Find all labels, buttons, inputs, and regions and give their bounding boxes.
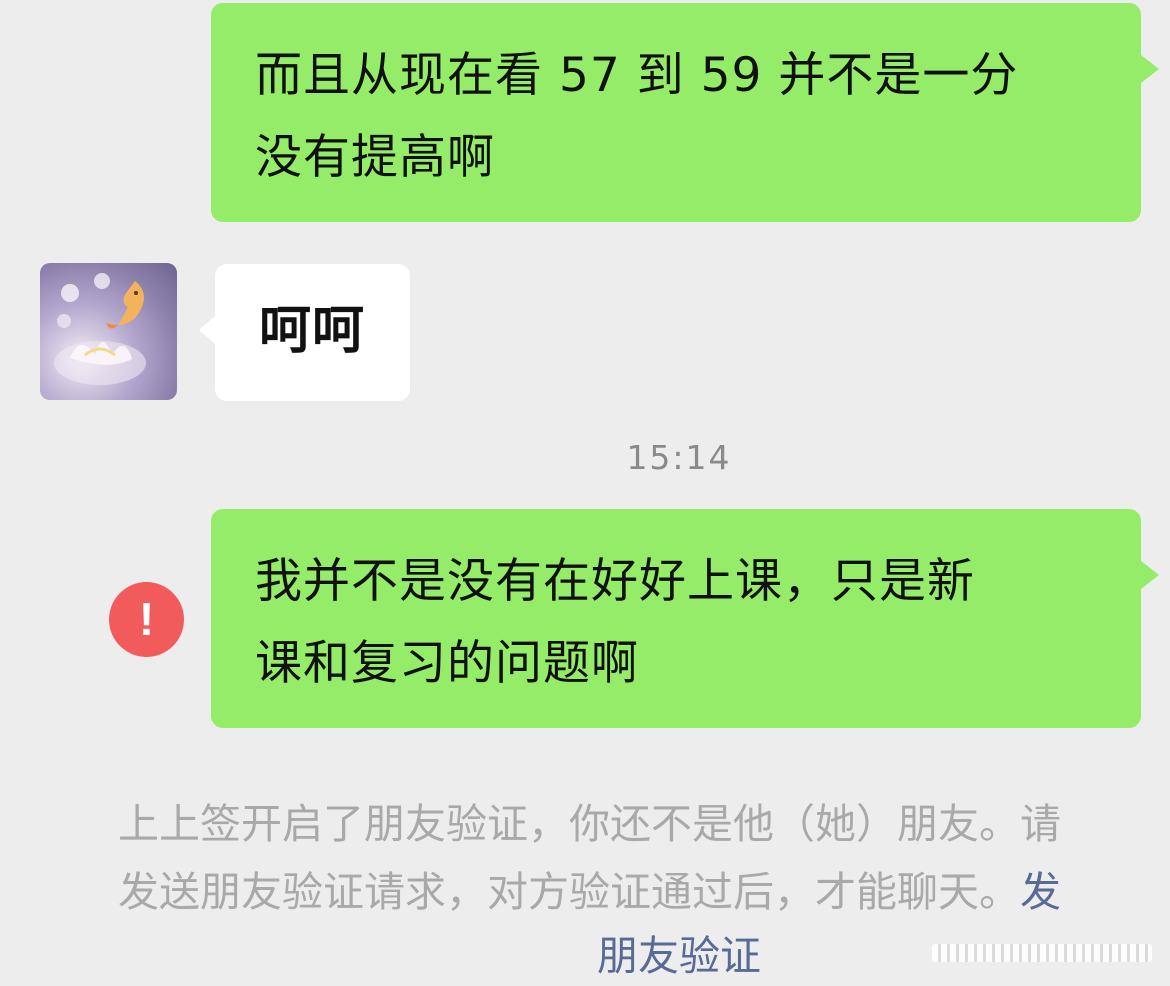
notice-line-1: 上上签开启了朋友验证，你还不是他（她）朋友。请 [118,800,1061,848]
bubble-tail [199,316,215,344]
bubble-tail [1141,561,1159,589]
goldfish-lotus-avatar-icon [54,273,146,385]
notice-line-2: 发送朋友验证请求，对方验证通过后，才能聊天。发 [118,868,1061,916]
bubble-tail [1141,55,1159,83]
outgoing-message-bubble[interactable]: 我并不是没有在好好上课，只是新 课和复习的问题啊 [211,509,1159,728]
outgoing-message-bubble[interactable]: 而且从现在看 57 到 59 并不是一分 没有提高啊 [211,3,1159,222]
message-timestamp: 15:14 [626,438,732,477]
incoming-message-bubble[interactable]: 呵呵 [199,264,410,401]
friend-verification-notice: 上上签开启了朋友验证，你还不是他（她）朋友。请 发送朋友验证请求，对方验证通过后… [118,790,1170,926]
message-text: 而且从现在看 57 到 59 并不是一分 没有提高啊 [255,48,1019,185]
send-verification-link[interactable]: 发 [1020,868,1061,916]
watermark-icon [932,944,1152,962]
exclamation-circle-icon[interactable]: ! [109,582,184,657]
message-text: 呵呵 [259,301,366,361]
message-text: 我并不是没有在好好上课，只是新 课和复习的问题啊 [255,554,975,691]
contact-avatar[interactable] [40,263,177,400]
